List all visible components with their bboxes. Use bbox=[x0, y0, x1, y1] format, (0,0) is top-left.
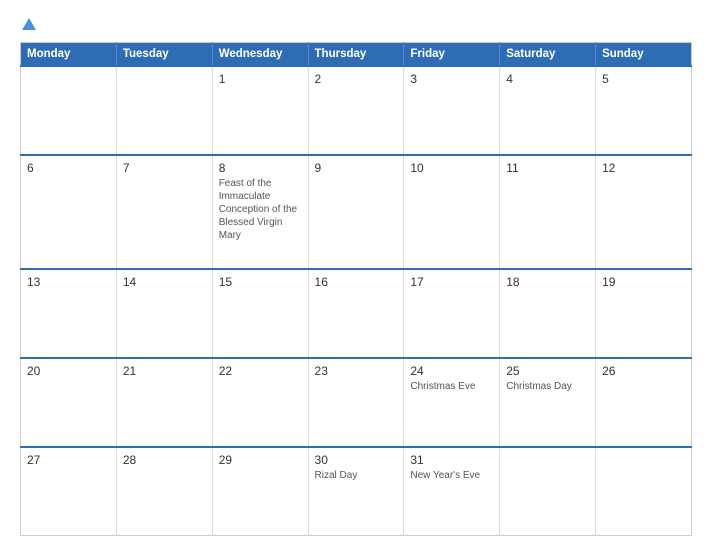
event-text: Rizal Day bbox=[315, 469, 398, 482]
day-number: 24 bbox=[410, 364, 493, 378]
day-number: 26 bbox=[602, 364, 685, 378]
day-number: 29 bbox=[219, 453, 302, 467]
weekday-monday: Monday bbox=[21, 43, 117, 67]
day-number: 2 bbox=[315, 72, 398, 86]
week-row-3: 20 21 22 23 24 Christmas Eve 25 Christmas Day 26 bbox=[21, 358, 692, 447]
weekday-thursday: Thursday bbox=[308, 43, 404, 67]
calendar-cell: 18 bbox=[500, 269, 596, 358]
day-number: 3 bbox=[410, 72, 493, 86]
calendar-cell: 29 bbox=[212, 447, 308, 536]
weekday-header-row: MondayTuesdayWednesdayThursdayFridaySatu… bbox=[21, 43, 692, 67]
day-number: 17 bbox=[410, 275, 493, 289]
calendar-cell: 8 Feast of the Immaculate Conception of t… bbox=[212, 155, 308, 270]
event-text: Christmas Eve bbox=[410, 380, 493, 393]
calendar-cell: 27 bbox=[21, 447, 117, 536]
day-number: 30 bbox=[315, 453, 398, 467]
weekday-wednesday: Wednesday bbox=[212, 43, 308, 67]
logo-triangle-icon bbox=[22, 18, 36, 30]
calendar-cell: 23 bbox=[308, 358, 404, 447]
calendar-cell bbox=[500, 447, 596, 536]
calendar-cell: 31 New Year's Eve bbox=[404, 447, 500, 536]
day-number: 5 bbox=[602, 72, 685, 86]
calendar-cell: 9 bbox=[308, 155, 404, 270]
day-number: 12 bbox=[602, 161, 685, 175]
calendar-cell: 11 bbox=[500, 155, 596, 270]
calendar-cell: 2 bbox=[308, 66, 404, 155]
day-number: 15 bbox=[219, 275, 302, 289]
week-row-4: 27 28 29 30 Rizal Day 31 New Year's Eve bbox=[21, 447, 692, 536]
day-number: 9 bbox=[315, 161, 398, 175]
weekday-friday: Friday bbox=[404, 43, 500, 67]
weekday-tuesday: Tuesday bbox=[116, 43, 212, 67]
calendar-cell: 14 bbox=[116, 269, 212, 358]
day-number: 10 bbox=[410, 161, 493, 175]
calendar-cell: 22 bbox=[212, 358, 308, 447]
calendar-cell: 17 bbox=[404, 269, 500, 358]
day-number: 8 bbox=[219, 161, 302, 175]
weekday-sunday: Sunday bbox=[596, 43, 692, 67]
day-number: 25 bbox=[506, 364, 589, 378]
week-row-2: 13 14 15 16 17 18 19 bbox=[21, 269, 692, 358]
calendar-cell: 19 bbox=[596, 269, 692, 358]
week-row-0: 12345 bbox=[21, 66, 692, 155]
calendar-cell: 6 bbox=[21, 155, 117, 270]
calendar-cell: 21 bbox=[116, 358, 212, 447]
calendar-cell: 26 bbox=[596, 358, 692, 447]
calendar-cell: 20 bbox=[21, 358, 117, 447]
day-number: 28 bbox=[123, 453, 206, 467]
day-number: 7 bbox=[123, 161, 206, 175]
calendar-cell: 15 bbox=[212, 269, 308, 358]
calendar-cell: 4 bbox=[500, 66, 596, 155]
day-number: 6 bbox=[27, 161, 110, 175]
day-number: 16 bbox=[315, 275, 398, 289]
day-number: 31 bbox=[410, 453, 493, 467]
header bbox=[20, 18, 692, 32]
calendar-cell: 3 bbox=[404, 66, 500, 155]
calendar-page: MondayTuesdayWednesdayThursdayFridaySatu… bbox=[0, 0, 712, 550]
day-number: 23 bbox=[315, 364, 398, 378]
day-number: 20 bbox=[27, 364, 110, 378]
calendar-cell: 7 bbox=[116, 155, 212, 270]
weekday-saturday: Saturday bbox=[500, 43, 596, 67]
day-number: 11 bbox=[506, 161, 589, 175]
event-text: Christmas Day bbox=[506, 380, 589, 393]
day-number: 13 bbox=[27, 275, 110, 289]
day-number: 14 bbox=[123, 275, 206, 289]
calendar-cell bbox=[21, 66, 117, 155]
calendar-table: MondayTuesdayWednesdayThursdayFridaySatu… bbox=[20, 42, 692, 536]
calendar-cell: 1 bbox=[212, 66, 308, 155]
calendar-cell: 24 Christmas Eve bbox=[404, 358, 500, 447]
day-number: 19 bbox=[602, 275, 685, 289]
day-number: 18 bbox=[506, 275, 589, 289]
calendar-cell: 10 bbox=[404, 155, 500, 270]
calendar-cell: 30 Rizal Day bbox=[308, 447, 404, 536]
week-row-1: 678 Feast of the Immaculate Conception of… bbox=[21, 155, 692, 270]
calendar-cell: 25 Christmas Day bbox=[500, 358, 596, 447]
day-number: 27 bbox=[27, 453, 110, 467]
day-number: 1 bbox=[219, 72, 302, 86]
calendar-cell: 12 bbox=[596, 155, 692, 270]
calendar-cell: 13 bbox=[21, 269, 117, 358]
event-text: Feast of the Immaculate Conception of th… bbox=[219, 177, 302, 242]
calendar-cell bbox=[116, 66, 212, 155]
day-number: 4 bbox=[506, 72, 589, 86]
calendar-cell: 5 bbox=[596, 66, 692, 155]
day-number: 22 bbox=[219, 364, 302, 378]
calendar-cell bbox=[596, 447, 692, 536]
event-text: New Year's Eve bbox=[410, 469, 493, 482]
calendar-cell: 16 bbox=[308, 269, 404, 358]
day-number: 21 bbox=[123, 364, 206, 378]
logo bbox=[20, 18, 36, 32]
calendar-cell: 28 bbox=[116, 447, 212, 536]
